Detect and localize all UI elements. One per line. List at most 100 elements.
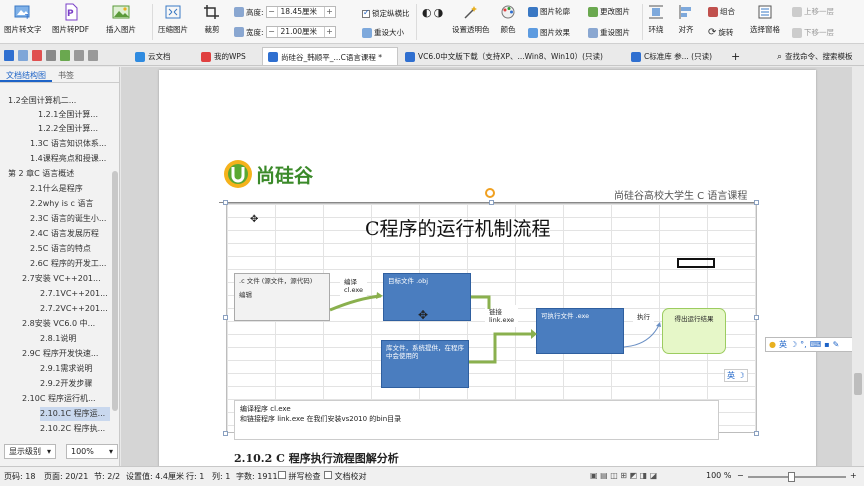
set-transparent-button[interactable]: 设置透明色: [452, 3, 490, 35]
send-backward-button[interactable]: 下移一层: [792, 27, 834, 38]
color-button[interactable]: 颜色: [498, 3, 518, 35]
width-increase-button[interactable]: +: [325, 27, 335, 37]
ime-indicator[interactable]: 英 ☽: [724, 369, 748, 382]
outline-item[interactable]: 2.5C 语言的特点: [30, 242, 91, 256]
outline-item[interactable]: 2.10C 程序运行机...: [22, 392, 96, 406]
scrollbar-thumb[interactable]: [854, 373, 862, 395]
image-to-text-icon: T: [13, 3, 33, 21]
tab-my-wps[interactable]: 我的WPS: [196, 47, 251, 65]
doc-icon: [631, 51, 641, 62]
outline-item[interactable]: 2.6C 程序的开发工...: [30, 257, 106, 271]
tab-cloud-docs[interactable]: 云文档: [130, 47, 176, 65]
proofread-toggle[interactable]: 文档校对: [324, 471, 367, 482]
outline-zoom-select[interactable]: 100% ▾: [66, 444, 118, 459]
compress-image-button[interactable]: 压缩图片: [158, 3, 188, 35]
outline-item[interactable]: 2.1什么是程序: [30, 182, 83, 196]
outline-item[interactable]: 2.8.1说明: [40, 332, 76, 346]
document-scrollbar[interactable]: [852, 67, 864, 466]
status-words[interactable]: 字数: 1911: [236, 471, 278, 482]
svg-text:P: P: [67, 9, 74, 19]
ime-toolbar[interactable]: ● 英 ☽ °, ⌨ ▪ ✎: [765, 337, 862, 352]
outline-item[interactable]: 2.10.2C 程序执...: [40, 422, 105, 436]
outline-item[interactable]: 1.3C 语言知识体系...: [30, 137, 106, 151]
wps-icon: [201, 51, 211, 62]
undo-icon[interactable]: [74, 50, 84, 61]
command-search[interactable]: ⌕ 查找命令、搜索模板: [772, 47, 858, 65]
group-icon: [708, 6, 718, 17]
outline-item[interactable]: 1.2.2全国计算...: [38, 122, 98, 136]
height-decrease-button[interactable]: −: [267, 7, 277, 17]
new-tab-button[interactable]: +: [726, 47, 745, 65]
tab-current-document[interactable]: 尚硅谷_韩顺平_...C语言课程 *: [262, 47, 398, 65]
print-icon[interactable]: [32, 50, 42, 61]
spell-check-toggle[interactable]: 拼写检查: [278, 471, 321, 482]
bring-forward-button[interactable]: 上移一层: [792, 6, 834, 17]
keyboard-icon: ⌨: [809, 340, 822, 349]
outline-item[interactable]: 2.7安装 VC++201...: [22, 272, 101, 286]
tab-bookmark[interactable]: 书签: [52, 67, 80, 82]
status-pages[interactable]: 页面: 20/21: [44, 471, 88, 482]
width-input[interactable]: 21.00厘米: [276, 27, 325, 37]
width-decrease-button[interactable]: −: [267, 27, 277, 37]
zoom-slider[interactable]: [748, 472, 846, 482]
save-icon[interactable]: [4, 50, 14, 61]
change-image-button[interactable]: 更改图片: [588, 6, 630, 17]
outline-item[interactable]: 1.2.1全国计算...: [38, 108, 98, 122]
wrench-icon: ✎: [832, 340, 840, 349]
outline-item[interactable]: 2.2why is c 语言: [30, 197, 94, 211]
tab-outline[interactable]: 文档结构图: [0, 67, 52, 82]
outline-item[interactable]: 2.9.2开发步骤: [40, 377, 92, 391]
outline-item[interactable]: 2.9.1需求说明: [40, 362, 92, 376]
reset-image-icon: [588, 27, 598, 38]
image-to-text-button[interactable]: T 图片转文字: [4, 3, 42, 35]
export-icon[interactable]: [60, 50, 70, 61]
group-button[interactable]: 组合: [708, 6, 735, 17]
redo-icon[interactable]: [88, 50, 98, 61]
effect-icon: [528, 27, 538, 38]
height-increase-button[interactable]: +: [325, 7, 335, 17]
tab-c-stdlib[interactable]: C标准库 参... (只读): [626, 47, 726, 65]
checkbox-icon: [324, 471, 332, 479]
display-level-select[interactable]: 显示级别 ▾: [4, 444, 56, 459]
outline-item[interactable]: 2.7.2VC++201...: [40, 302, 108, 316]
reset-size-button[interactable]: 重设大小: [362, 27, 404, 38]
outline-scrollbar[interactable]: [112, 171, 118, 411]
zoom-in-button[interactable]: +: [850, 471, 857, 480]
lock-ratio-checkbox[interactable]: 锁定纵横比: [362, 8, 410, 19]
status-row: 行: 1: [186, 472, 205, 481]
image-to-pdf-button[interactable]: P 图片转PDF: [52, 3, 89, 35]
crop-button[interactable]: 裁剪: [202, 3, 222, 35]
brightness-buttons[interactable]: ◐ ◑: [422, 6, 443, 19]
status-page: 页码: 18: [4, 472, 36, 481]
outline-item[interactable]: 1.4课程亮点和授课...: [30, 152, 106, 166]
view-mode-buttons[interactable]: ▣ ▤ ◫ ⊞ ◩ ◨ ◪: [590, 471, 657, 480]
zoom-slider-thumb[interactable]: [788, 472, 795, 482]
reset-image-button[interactable]: 重设图片: [588, 27, 630, 38]
tab-vc6-download[interactable]: VC6.0中文版下载（支持XP、...Win8、Win10）(只读): [400, 47, 624, 65]
selection-pane-button[interactable]: 选择窗格: [750, 3, 780, 35]
crop-icon: [202, 3, 222, 21]
outline-item[interactable]: 第 2 章C 语言概述: [8, 167, 74, 181]
image-effect-button[interactable]: 图片效果: [528, 27, 570, 38]
bring-forward-icon: [792, 6, 802, 17]
outline-item[interactable]: 2.4C 语言发展历程: [30, 227, 99, 241]
magic-wand-icon: [461, 3, 481, 21]
outline-item[interactable]: 2.8安装 VC6.0 中...: [22, 317, 95, 331]
open-icon[interactable]: [18, 50, 28, 61]
outline-item[interactable]: 2.7.1VC++201...: [40, 287, 108, 301]
zoom-value[interactable]: 100 %: [706, 471, 731, 480]
rotate-button[interactable]: ⟳ 旋转: [708, 27, 733, 38]
outline-item[interactable]: 1.2全国计算机二...: [8, 94, 76, 108]
zoom-out-button[interactable]: −: [737, 471, 744, 480]
mouse-cursor-icon: ✥: [418, 308, 429, 322]
insert-image-button[interactable]: 插入图片: [106, 3, 136, 35]
outline-item[interactable]: 2.3C 语言的诞生小...: [30, 212, 106, 226]
status-col: 列: 1: [212, 472, 231, 481]
preview-icon[interactable]: [46, 50, 56, 61]
height-input[interactable]: 18.45厘米: [276, 7, 325, 17]
outline-item[interactable]: 2.9C 程序开发快速...: [22, 347, 98, 361]
image-outline-button[interactable]: 图片轮廓: [528, 6, 570, 17]
align-button[interactable]: 对齐: [676, 3, 696, 35]
wrap-button[interactable]: 环绕: [646, 3, 666, 35]
outline-item-selected[interactable]: 2.10.1C 程序运...: [40, 407, 110, 421]
